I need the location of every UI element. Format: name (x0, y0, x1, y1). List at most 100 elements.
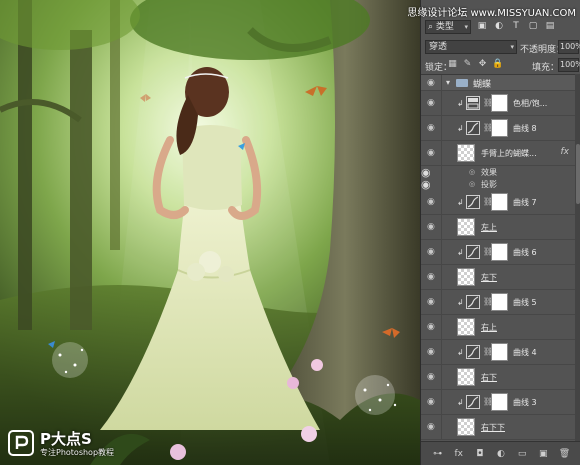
pixel-layer-row[interactable]: ◉ 右上 (421, 315, 575, 340)
layer-effect-row[interactable]: ◉ ◎ 效果 (421, 166, 575, 179)
layer-effect-row[interactable]: ◉ ◎ 投影 (421, 178, 575, 191)
adjustment-layer-row[interactable]: ◉ ↲ ⛓ 曲线 8 (421, 116, 575, 141)
layer-name[interactable]: 左下 (481, 272, 497, 283)
lock-pixels-icon[interactable]: ✎ (462, 59, 473, 70)
eye-icon[interactable]: ◉ (427, 323, 437, 332)
layer-mask-thumbnail[interactable] (491, 293, 508, 311)
layer-name[interactable]: 曲线 4 (513, 347, 537, 358)
clipping-arrow-icon: ↲ (457, 298, 464, 307)
layer-mask-thumbnail[interactable] (491, 193, 508, 211)
layer-mask-thumbnail[interactable] (491, 343, 508, 361)
curves-icon[interactable] (466, 345, 480, 359)
curves-icon[interactable] (466, 195, 480, 209)
layer-list-scrollbar[interactable] (575, 74, 580, 441)
pixel-layer-row[interactable]: ◉ 右下下 (421, 415, 575, 440)
pixel-layer-row[interactable]: ◉ 右下 (421, 365, 575, 390)
layer-name[interactable]: 右下 (481, 372, 497, 383)
layer-mask-thumbnail[interactable] (491, 119, 508, 137)
layer-thumbnail[interactable] (457, 318, 475, 336)
lock-transparency-icon[interactable]: ▦ (447, 59, 458, 70)
fill-input[interactable]: 100% (558, 58, 580, 72)
layer-name[interactable]: 曲线 8 (513, 123, 537, 134)
effect-eye-icon[interactable]: ◎ (469, 180, 475, 188)
delete-layer-icon[interactable]: 🗑 (557, 449, 571, 459)
eye-icon[interactable]: ◉ (427, 248, 437, 257)
text-filter-icon[interactable]: T (510, 20, 522, 32)
layer-name[interactable]: 曲线 6 (513, 247, 537, 258)
effect-name: 投影 (481, 180, 497, 189)
layer-name[interactable]: 手臂上的蝴蝶... (481, 148, 537, 159)
filter-kind-select[interactable]: ⌕ 类型 ▾ (425, 20, 471, 34)
fx-icon[interactable]: fx (561, 147, 570, 157)
adjustment-layer-row[interactable]: ◉ ↲ ⛓ 曲线 6 (421, 240, 575, 265)
scroll-thumb[interactable] (576, 144, 580, 204)
pixel-layer-row[interactable]: ◉ 左上 (421, 215, 575, 240)
add-mask-icon[interactable]: ◘ (473, 449, 487, 459)
smart-object-filter-icon[interactable]: ▤ (544, 20, 556, 32)
clipping-arrow-icon: ↲ (457, 348, 464, 357)
adjustment-layer-row[interactable]: ◉ ↲ ⛓ 色相/饱... (421, 91, 575, 116)
opacity-input[interactable]: 100% (558, 40, 580, 54)
shape-filter-icon[interactable]: ▢ (527, 20, 539, 32)
eye-icon[interactable]: ◉ (427, 198, 437, 207)
pixel-layer-row[interactable]: ◉ 左下 (421, 265, 575, 290)
layer-mask-thumbnail[interactable] (491, 94, 508, 112)
pixel-layer-row[interactable]: ◉ 手臂上的蝴蝶... fx (421, 141, 575, 166)
eye-icon[interactable]: ◉ (427, 79, 437, 88)
hue-saturation-icon[interactable] (466, 96, 480, 110)
layer-thumbnail[interactable] (457, 268, 475, 286)
chevron-down-icon: ▾ (464, 23, 468, 31)
eye-icon[interactable]: ◉ (427, 273, 437, 282)
blend-mode-select[interactable]: 穿透 ▾ (425, 40, 517, 54)
layer-name[interactable]: 曲线 7 (513, 197, 537, 208)
folder-icon (456, 79, 468, 87)
new-layer-icon[interactable]: ▣ (536, 449, 550, 459)
artwork-canvas: P大点S 专注Photoshop教程 (0, 0, 420, 465)
layer-name[interactable]: 曲线 3 (513, 397, 537, 408)
lock-position-icon[interactable]: ✥ (477, 59, 488, 70)
eye-icon[interactable]: ◉ (427, 398, 437, 407)
adjustment-layer-row[interactable]: ◉ ↲ ⛓ 曲线 3 (421, 390, 575, 415)
search-icon: ⌕ (428, 22, 436, 32)
eye-icon[interactable]: ◉ (427, 124, 437, 133)
layer-mask-thumbnail[interactable] (491, 393, 508, 411)
layer-thumbnail[interactable] (457, 368, 475, 386)
clipping-arrow-icon: ↲ (457, 99, 464, 108)
layer-thumbnail[interactable] (457, 144, 475, 162)
adjustment-layer-row[interactable]: ◉ ↲ ⛓ 曲线 5 (421, 290, 575, 315)
curves-icon[interactable] (466, 395, 480, 409)
eye-icon[interactable]: ◉ (427, 149, 437, 158)
layer-thumbnail[interactable] (457, 418, 475, 436)
eye-icon[interactable]: ◉ (427, 223, 437, 232)
new-group-icon[interactable]: ▭ (515, 449, 529, 459)
adjustment-layer-row[interactable]: ◉ ↲ ⛓ 曲线 4 (421, 340, 575, 365)
layer-mask-thumbnail[interactable] (491, 243, 508, 261)
eye-icon[interactable]: ◉ (427, 423, 437, 432)
effect-eye-icon[interactable]: ◎ (469, 168, 475, 176)
link-layers-icon[interactable]: ⊶ (431, 449, 445, 459)
blend-bar: 穿透 ▾ 不透明度： 100% (421, 38, 580, 56)
fx-icon[interactable]: fx (452, 449, 466, 459)
filter-kind-label: 类型 (435, 22, 454, 32)
layer-group-row[interactable]: ◉ ▾ 蝴蝶 (421, 75, 575, 91)
image-filter-icon[interactable]: ▣ (476, 20, 488, 32)
curves-icon[interactable] (466, 121, 480, 135)
curves-icon[interactable] (466, 295, 480, 309)
layer-name[interactable]: 右上 (481, 322, 497, 333)
curves-icon[interactable] (466, 245, 480, 259)
site-logo: P大点S 专注Photoshop教程 (8, 428, 168, 462)
adjustment-layer-row[interactable]: ◉ ↲ ⛓ 曲线 7 (421, 190, 575, 215)
eye-icon[interactable]: ◉ (427, 373, 437, 382)
new-adjustment-icon[interactable]: ◐ (494, 449, 508, 459)
eye-icon[interactable]: ◉ (427, 298, 437, 307)
lock-all-icon[interactable]: 🔒 (492, 59, 503, 70)
adjustment-filter-icon[interactable]: ◐ (493, 20, 505, 32)
layer-name[interactable]: 曲线 5 (513, 297, 537, 308)
eye-icon[interactable]: ◉ (427, 99, 437, 108)
layer-name[interactable]: 色相/饱... (513, 98, 547, 109)
layer-name[interactable]: 右下下 (481, 422, 505, 433)
layer-thumbnail[interactable] (457, 218, 475, 236)
chevron-down-icon[interactable]: ▾ (446, 78, 450, 87)
layer-name[interactable]: 左上 (481, 222, 497, 233)
eye-icon[interactable]: ◉ (427, 348, 437, 357)
